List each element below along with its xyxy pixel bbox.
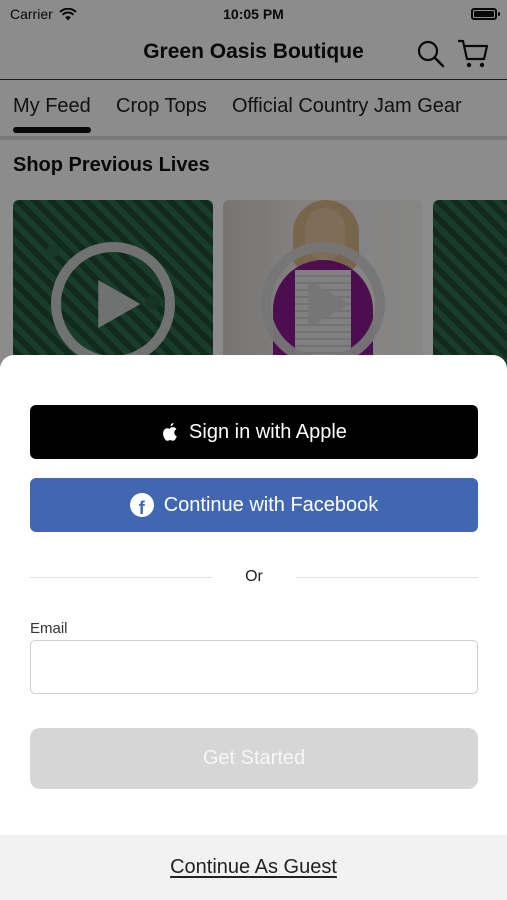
- get-started-button[interactable]: Get Started: [30, 728, 478, 789]
- continue-as-guest-link[interactable]: Continue As Guest: [170, 856, 337, 879]
- apple-icon: [163, 423, 177, 441]
- sign-in-sheet: Sign in with Apple f Continue with Faceb…: [0, 355, 507, 900]
- email-label: Email: [30, 620, 68, 637]
- sign-in-with-apple-button[interactable]: Sign in with Apple: [30, 405, 478, 459]
- email-field[interactable]: [30, 640, 478, 694]
- guest-bar: Continue As Guest: [0, 835, 507, 900]
- continue-with-facebook-button[interactable]: f Continue with Facebook: [30, 478, 478, 532]
- facebook-icon: f: [129, 493, 154, 517]
- or-divider: Or: [30, 567, 478, 587]
- get-started-label: Get Started: [202, 747, 306, 769]
- facebook-button-label: Continue with Facebook: [163, 493, 379, 516]
- apple-button-label: Sign in with Apple: [189, 420, 347, 443]
